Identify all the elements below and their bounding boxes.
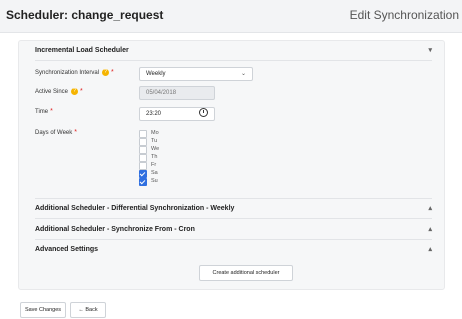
day-label: Tu [151,138,158,144]
save-changes-button[interactable]: Save Changes [20,302,66,318]
sync-interval-select[interactable]: Weekly ⌄ [139,67,253,81]
required-mark: * [74,129,77,136]
page: Scheduler: change_request Edit Synchroni… [0,0,462,319]
section-title: Advanced Settings [35,246,99,253]
active-since-input: 05/04/2018 [139,86,215,100]
page-subtitle: Edit Synchronization [349,8,459,22]
chevron-down-icon: ⌄ [240,71,246,77]
time-label: Time * [35,108,53,115]
required-mark: * [111,69,114,77]
arrow-left-icon: ← [78,307,84,313]
back-button-label: Back [85,307,98,313]
checkbox-unchecked[interactable] [139,130,147,138]
day-label: Su [151,178,158,184]
page-title: Scheduler: change_request [6,8,164,22]
time-value: 23:20 [146,111,162,117]
divider [35,198,432,199]
info-icon[interactable]: ? [71,88,79,95]
active-since-value: 05/04/2018 [146,90,177,96]
required-mark: * [50,108,53,115]
checkbox-unchecked[interactable] [139,138,147,146]
sync-interval-label: Synchronization Interval? * [35,69,114,76]
checkbox-checked[interactable] [139,178,147,186]
days-of-week-label: Days of Week * [35,129,77,136]
checkbox-unchecked[interactable] [139,154,147,162]
checkbox-unchecked[interactable] [139,162,147,170]
day-label: Fr [151,162,157,168]
section-title: Additional Scheduler - Synchronize From … [35,226,195,233]
active-since-label: Active Since? * [35,88,83,95]
checkbox-checked[interactable] [139,170,147,178]
chevron-up-icon: ▴ [428,226,432,233]
checkbox-unchecked[interactable] [139,146,147,154]
clock-icon[interactable] [199,108,208,117]
divider [35,60,432,61]
time-label-text: Time [35,109,49,115]
chevron-down-icon: ▾ [428,47,432,54]
create-additional-scheduler-button[interactable]: Create additional scheduler [199,265,293,281]
chevron-up-icon: ▴ [428,205,432,212]
info-icon[interactable]: ? [102,69,110,76]
chevron-up-icon: ▴ [428,246,432,253]
additional-cron-section-header[interactable]: Additional Scheduler - Synchronize From … [35,222,432,238]
day-label: Sa [151,170,158,176]
day-label: Th [151,154,158,160]
incremental-load-section-header[interactable]: Incremental Load Scheduler ▾ [35,43,432,59]
divider [35,239,432,240]
divider [35,218,432,219]
page-header: Scheduler: change_request Edit Synchroni… [0,0,462,33]
days-of-week-label-text: Days of Week [35,130,73,136]
day-label: We [151,146,160,152]
active-since-label-text: Active Since [35,89,69,96]
sync-interval-label-text: Synchronization Interval [35,70,100,77]
required-mark: * [80,88,83,96]
section-title: Incremental Load Scheduler [35,47,129,54]
scheduler-panel: Incremental Load Scheduler ▾ Synchroniza… [18,40,445,290]
back-button[interactable]: ← Back [70,302,106,318]
day-label: Mo [151,130,159,136]
section-title: Additional Scheduler - Differential Sync… [35,205,235,212]
advanced-settings-section-header[interactable]: Advanced Settings ▴ [35,242,432,258]
sync-interval-value: Weekly [146,71,166,77]
additional-differential-section-header[interactable]: Additional Scheduler - Differential Sync… [35,201,432,217]
